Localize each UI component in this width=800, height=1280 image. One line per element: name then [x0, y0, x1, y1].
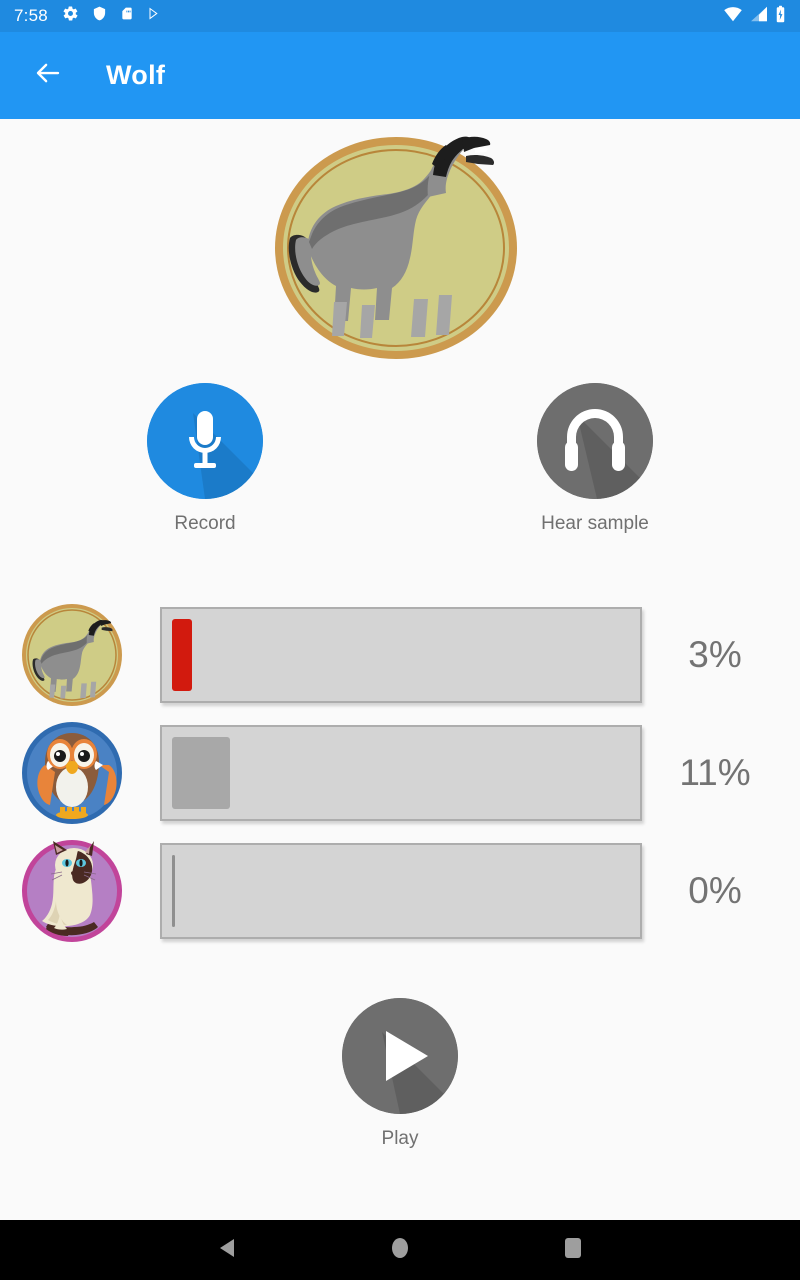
page-title: Wolf [106, 60, 166, 90]
wolf-thumbnail[interactable] [20, 603, 124, 707]
cat-thumbnail[interactable] [20, 839, 124, 943]
screen-root: 7:58 Wolf Record Hear sample 3% 11% 0% P… [0, 0, 800, 1280]
table-row: 11% [0, 714, 800, 832]
record-action: Record [115, 383, 295, 535]
cellular-signal-icon [750, 6, 768, 27]
play-button[interactable] [342, 998, 458, 1114]
play-action: Play [0, 998, 800, 1150]
match-progress-track[interactable] [160, 725, 642, 821]
match-progress-fill [172, 737, 230, 809]
nav-recents-button[interactable] [543, 1220, 603, 1280]
table-row: 3% [0, 596, 800, 714]
wifi-icon [723, 6, 743, 27]
table-row: 0% [0, 832, 800, 950]
record-label: Record [174, 513, 236, 534]
nav-home-icon [390, 1236, 410, 1265]
hear-sample-button[interactable] [537, 383, 653, 499]
status-bar: 7:58 [0, 0, 800, 32]
hear-sample-action: Hear sample [505, 383, 685, 535]
match-rows: 3% 11% 0% [0, 596, 800, 950]
record-button[interactable] [147, 383, 263, 499]
match-percent-label: 3% [688, 634, 742, 675]
status-left-icons [62, 5, 162, 27]
android-nav-bar [0, 1220, 800, 1280]
arrow-back-icon [33, 58, 63, 93]
status-right-icons [723, 5, 786, 28]
shield-icon [92, 5, 107, 27]
match-percent-label: 11% [679, 752, 751, 793]
nav-back-icon [217, 1237, 237, 1264]
nav-back-button[interactable] [197, 1220, 257, 1280]
wolf-hero-image [272, 134, 520, 362]
hear-sample-label: Hear sample [541, 513, 649, 534]
match-progress-fill [172, 619, 192, 691]
back-button[interactable] [24, 52, 72, 100]
status-clock: 7:58 [14, 6, 48, 25]
sd-card-icon [120, 5, 134, 27]
play-store-icon [147, 5, 162, 27]
battery-icon [775, 5, 786, 28]
gear-icon [62, 5, 79, 27]
action-button-row: Record Hear sample [0, 383, 800, 543]
match-progress-track[interactable] [160, 843, 642, 939]
play-label: Play [381, 1128, 419, 1149]
nav-home-button[interactable] [370, 1220, 430, 1280]
match-progress-fill [172, 855, 175, 927]
match-progress-track[interactable] [160, 607, 642, 703]
owl-thumbnail[interactable] [20, 721, 124, 825]
match-percent-label: 0% [688, 870, 742, 911]
app-bar: Wolf [0, 32, 800, 119]
nav-recents-icon [563, 1236, 583, 1265]
